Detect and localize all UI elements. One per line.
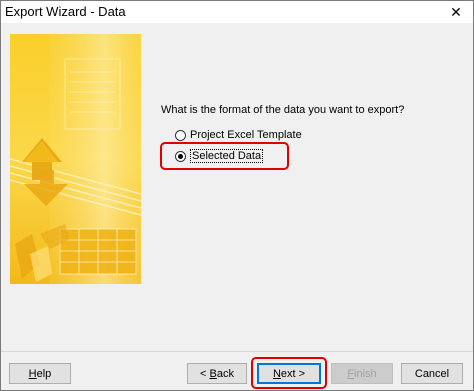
wizard-content: What is the format of the data you want … [1,23,473,351]
title-bar: Export Wizard - Data ✕ [1,1,473,23]
grid-table [59,228,137,275]
cancel-button[interactable]: Cancel [401,363,463,384]
finish-button[interactable]: Finish [331,363,393,384]
window-title: Export Wizard - Data [5,4,126,19]
annotation-highlight-next [251,357,327,389]
format-question: What is the format of the data you want … [161,104,405,116]
close-icon[interactable]: ✕ [439,1,473,23]
option-project-excel-template[interactable]: Project Excel Template [175,127,302,143]
radio-project-excel-template[interactable] [175,129,186,141]
annotation-highlight-option [160,142,289,170]
back-button[interactable]: < Back [187,363,247,384]
option-label: Project Excel Template [190,129,302,141]
button-bar: Help < Back Next > Finish Cancel [1,351,473,390]
wizard-illustration [10,34,141,284]
export-wizard-window: Export Wizard - Data ✕ What is the forma… [0,0,474,391]
help-button[interactable]: Help [9,363,71,384]
